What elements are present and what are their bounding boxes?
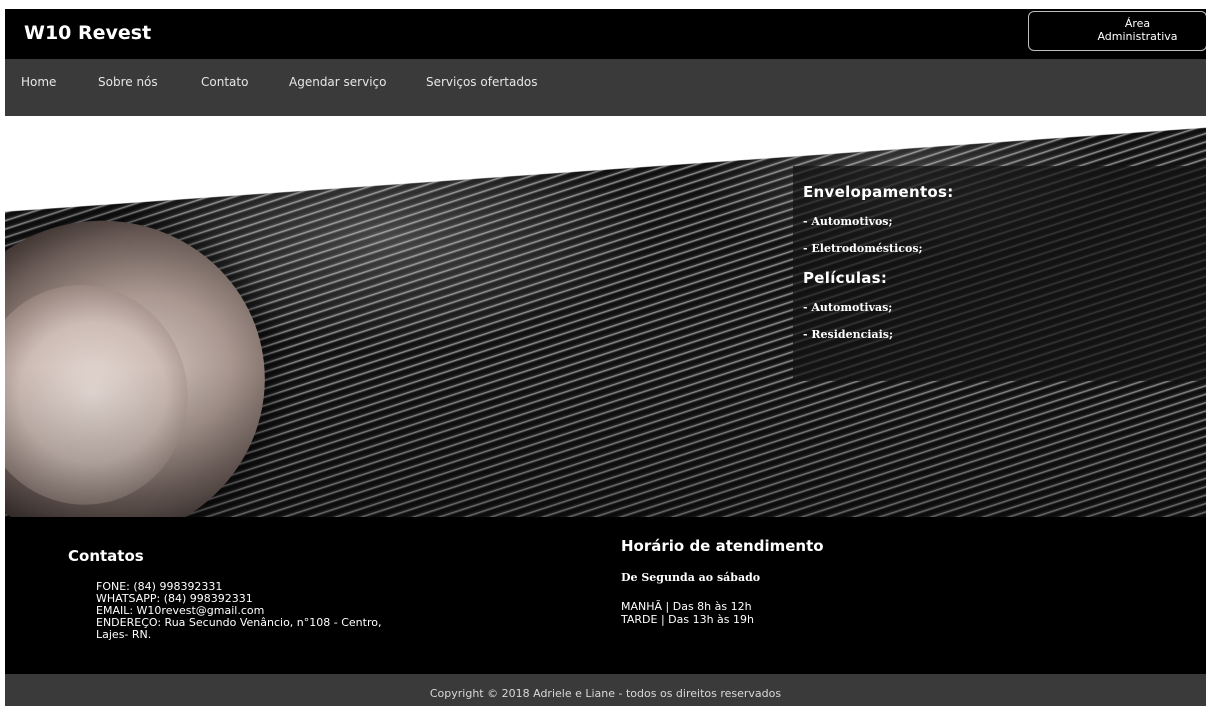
- contact-address-city: Lajes- RN.: [96, 628, 152, 641]
- site-logo[interactable]: W10 Revest: [24, 22, 151, 44]
- vinyl-roll-core: [5, 265, 209, 517]
- nav-item-agendar-servico[interactable]: Agendar serviço: [289, 75, 386, 89]
- service-item: - Automotivas;: [803, 301, 893, 314]
- site-footer: Contatos FONE: (84) 998392331 WHATSAPP: …: [5, 517, 1206, 674]
- nav-item-sobre-nos[interactable]: Sobre nós: [98, 75, 158, 89]
- vinyl-roll-graphic: [5, 190, 295, 517]
- main-nav: Home Sobre nós Contato Agendar serviço S…: [5, 59, 1206, 116]
- services-heading-envelopamentos: Envelopamentos:: [803, 183, 954, 201]
- admin-button-label-line2: Administrativa: [1097, 30, 1178, 43]
- hours-days: De Segunda ao sábado: [621, 571, 761, 584]
- services-panel: Envelopamentos: - Automotivos; - Eletrod…: [793, 166, 1206, 381]
- services-heading-peliculas: Películas:: [803, 269, 888, 287]
- hero-banner-image: Envelopamentos: - Automotivos; - Eletrod…: [5, 116, 1206, 517]
- service-item: - Automotivos;: [803, 215, 893, 228]
- site-header: W10 Revest Área Administrativa: [5, 9, 1206, 59]
- contacts-heading: Contatos: [68, 547, 144, 565]
- hours-afternoon: TARDE | Das 13h às 19h: [621, 613, 754, 626]
- nav-item-contato[interactable]: Contato: [201, 75, 248, 89]
- contacts-list: FONE: (84) 998392331 WHATSAPP: (84) 9983…: [96, 581, 381, 641]
- nav-item-servicos-ofertados[interactable]: Serviços ofertados: [426, 75, 538, 89]
- admin-button-label-line1: Área: [1124, 17, 1151, 30]
- service-item: - Residenciais;: [803, 328, 894, 341]
- copyright-bar: Copyright © 2018 Adriele e Liane - todos…: [5, 674, 1206, 706]
- hours-list: MANHÃ | Das 8h às 12h TARDE | Das 13h às…: [621, 600, 754, 626]
- service-item: - Eletrodomésticos;: [803, 242, 923, 255]
- hours-morning: MANHÃ | Das 8h às 12h: [621, 600, 752, 613]
- admin-area-button[interactable]: Área Administrativa: [1028, 11, 1206, 51]
- hours-heading: Horário de atendimento: [621, 537, 824, 555]
- nav-item-home[interactable]: Home: [21, 75, 56, 89]
